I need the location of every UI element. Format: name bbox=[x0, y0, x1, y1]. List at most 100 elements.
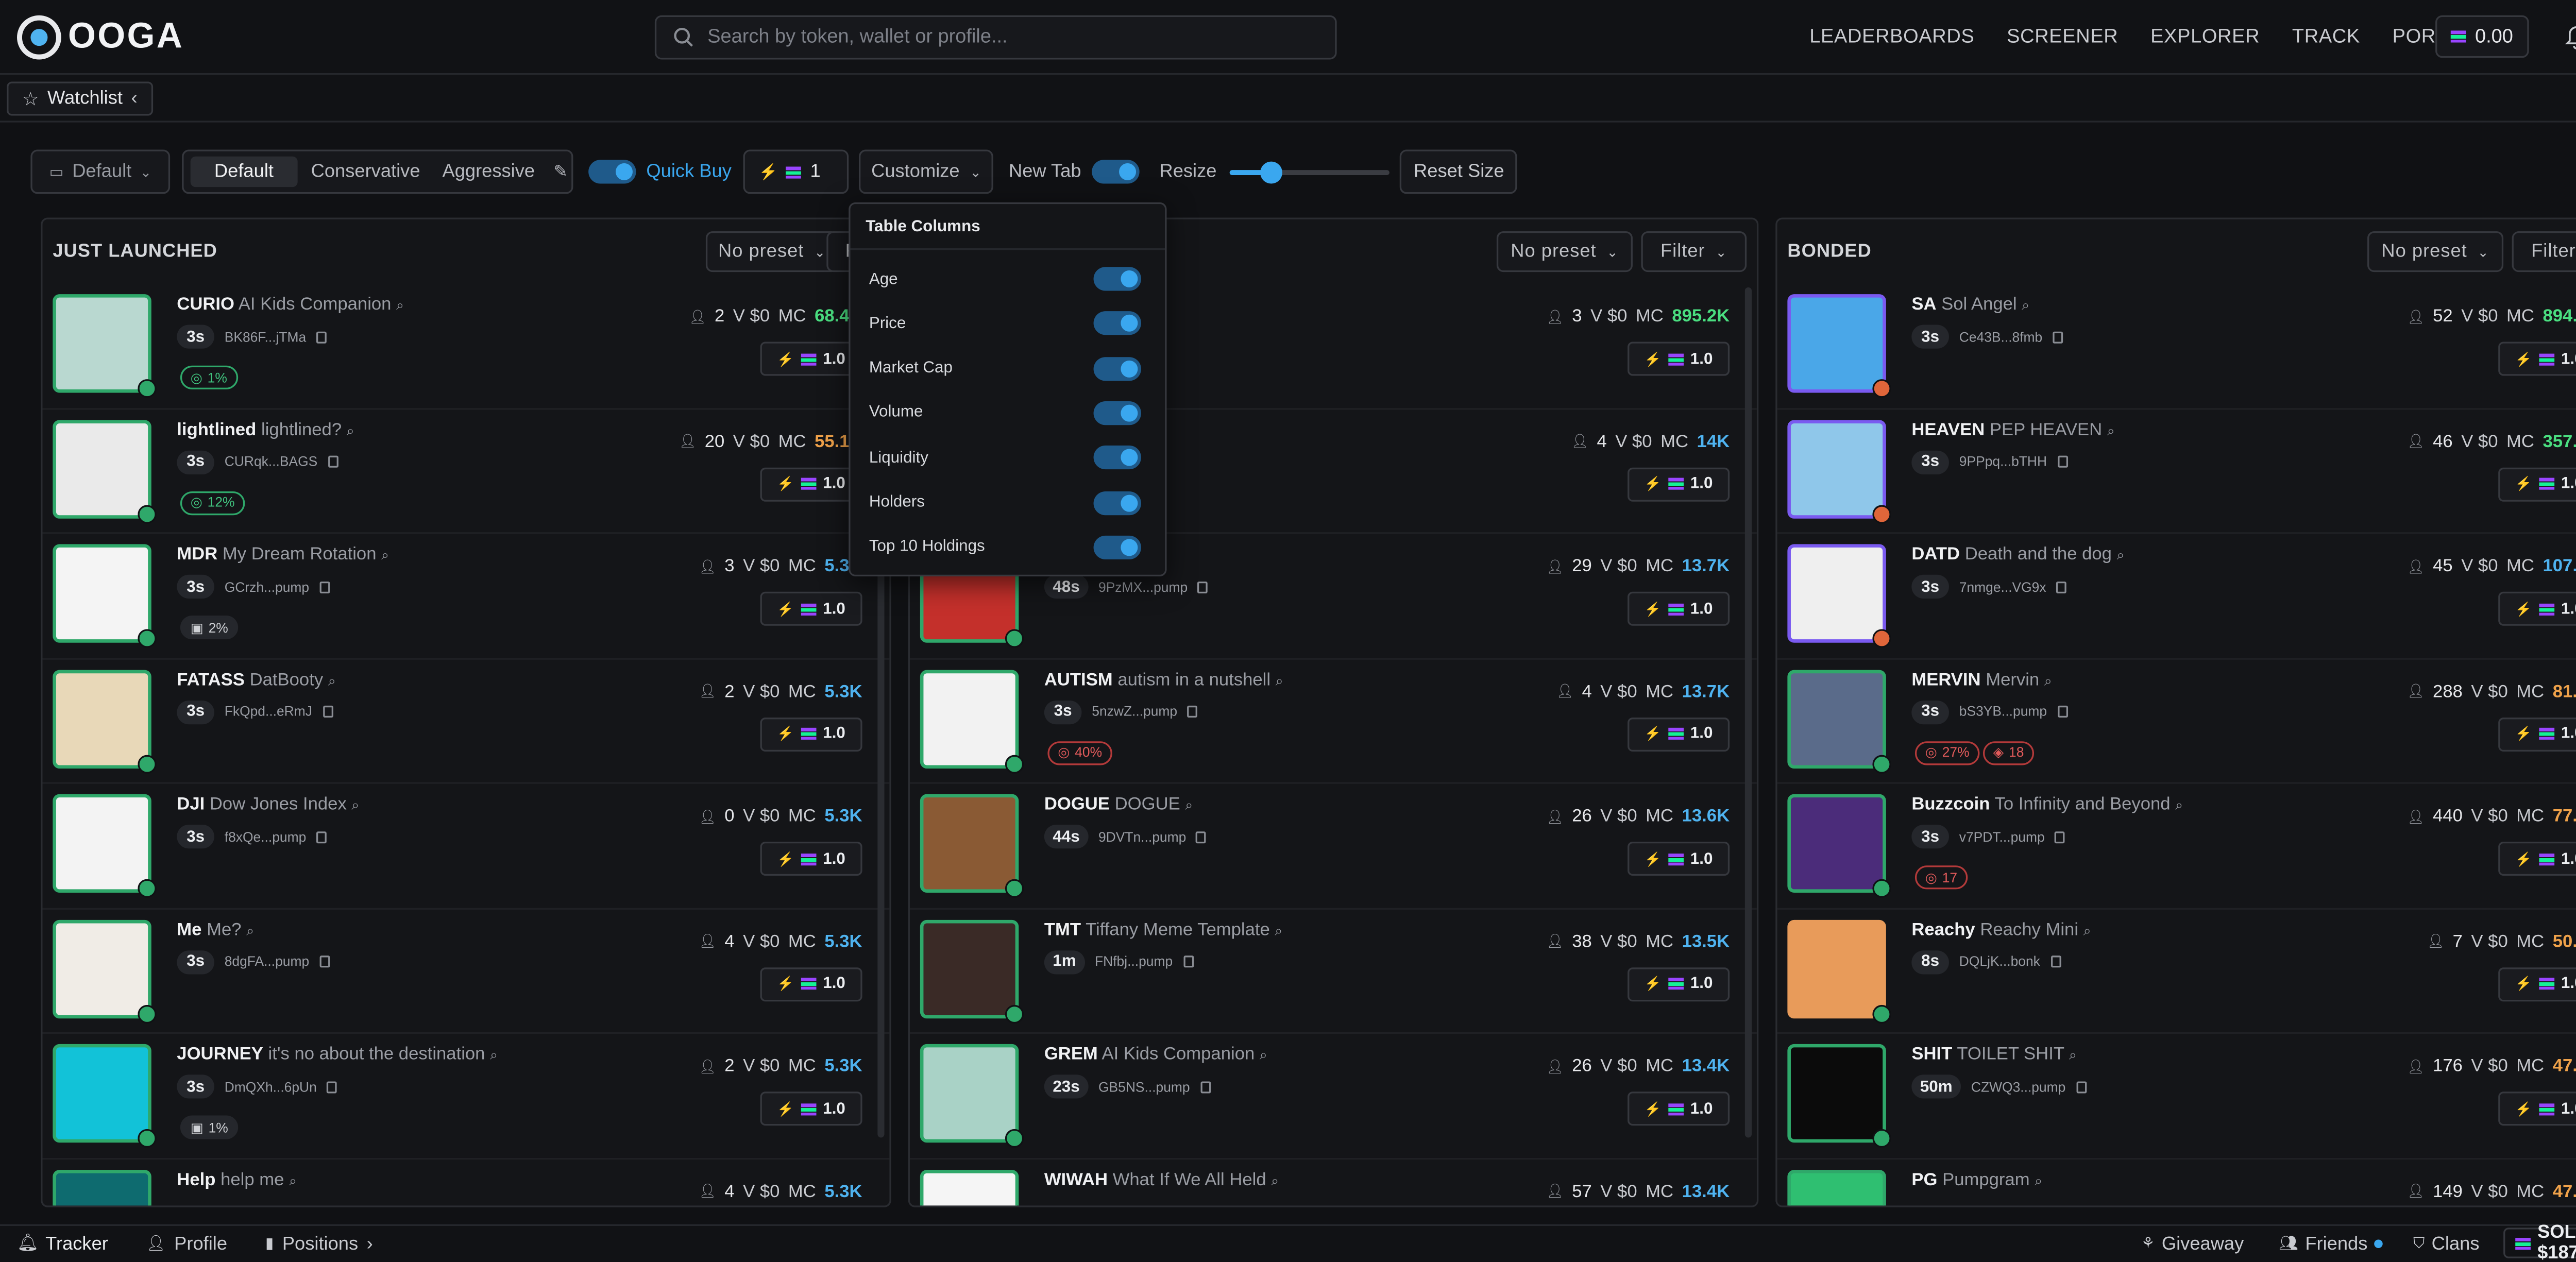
search-icon[interactable]: ⌕ bbox=[490, 1047, 498, 1063]
token-title[interactable]: GREM AI Kids Companion ⌕ bbox=[1044, 1044, 1267, 1065]
token-row[interactable]: PG Pumpgram ⌕ 👤︎ 149 V $0 MC 47.1K ⚡ 1.0 bbox=[1777, 1159, 2576, 1206]
token-row[interactable]: DATD Death and the dog ⌕ 3s 7nmge...VG9x… bbox=[1777, 534, 2576, 659]
preset-select[interactable]: No preset ⌄ bbox=[1496, 231, 1633, 272]
wallet-balance-button[interactable]: 0.00 bbox=[2435, 15, 2529, 58]
friends-link[interactable]: 👥︎ Friends bbox=[2279, 1234, 2383, 1254]
search-input[interactable]: Search by token, wallet or profile... bbox=[654, 15, 1337, 60]
column-toggle[interactable] bbox=[1093, 401, 1141, 425]
nav-track[interactable]: TRACK bbox=[2292, 27, 2360, 48]
search-icon[interactable]: ⌕ bbox=[2069, 1047, 2077, 1063]
clans-link[interactable]: ⛉ Clans bbox=[2413, 1234, 2479, 1254]
token-row[interactable]: Me Me? ⌕ 3s 8dgFA...pump 👤︎ 4 V $0 MC 5.… bbox=[42, 909, 890, 1034]
token-title[interactable]: FATASS DatBooty ⌕ bbox=[177, 669, 335, 690]
token-image[interactable] bbox=[1787, 919, 1886, 1018]
bell-icon[interactable] bbox=[2565, 24, 2576, 49]
token-image[interactable] bbox=[1787, 294, 1886, 393]
token-title[interactable]: DOGUE DOGUE ⌕ bbox=[1044, 794, 1193, 815]
copy-icon[interactable] bbox=[2050, 956, 2061, 968]
token-row[interactable]: Help help me ⌕ 👤︎ 4 V $0 MC 5.3K ⚡ 1.0 bbox=[43, 1159, 890, 1206]
filter-button[interactable]: Filter ⌄ bbox=[1641, 231, 1747, 272]
token-image[interactable] bbox=[920, 1169, 1019, 1206]
panel-scrollbar[interactable] bbox=[1744, 287, 1752, 1138]
nav-explorer[interactable]: EXPLORER bbox=[2150, 27, 2260, 48]
token-title[interactable]: Buzzcoin To Infinity and Beyond ⌕ bbox=[1911, 794, 2183, 815]
token-title[interactable]: JOURNEY it's no about the destination ⌕ bbox=[177, 1044, 498, 1065]
edit-icon[interactable]: ✎ bbox=[553, 162, 568, 181]
copy-icon[interactable] bbox=[1198, 581, 1208, 593]
token-row[interactable]: Reachy Reachy Mini ⌕ 8s DQLjK...bonk 👤︎ … bbox=[1777, 909, 2576, 1034]
token-row[interactable]: JOURNEY it's no about the destination ⌕ … bbox=[42, 1034, 890, 1159]
mode-conservative-tab[interactable]: Conservative bbox=[297, 157, 434, 187]
search-icon[interactable]: ⌕ bbox=[2107, 422, 2115, 438]
copy-icon[interactable] bbox=[316, 331, 327, 343]
column-toggle[interactable] bbox=[1093, 535, 1141, 559]
copy-icon[interactable] bbox=[327, 1080, 337, 1093]
token-title[interactable]: WIWAH What If We All Held ⌕ bbox=[1044, 1169, 1279, 1189]
copy-icon[interactable] bbox=[2076, 1080, 2087, 1093]
token-title[interactable]: AUTISM autism in a nutshell ⌕ bbox=[1044, 669, 1283, 690]
logo[interactable]: OOGA bbox=[17, 14, 184, 59]
token-image[interactable] bbox=[53, 419, 151, 518]
reset-size-button[interactable]: Reset Size bbox=[1400, 149, 1518, 194]
copy-icon[interactable] bbox=[322, 705, 333, 718]
giveaway-link[interactable]: ⚘ Giveaway bbox=[2141, 1234, 2244, 1254]
column-toggle-row[interactable]: Holders bbox=[869, 490, 1141, 515]
search-icon[interactable]: ⌕ bbox=[396, 298, 404, 313]
watchlist-button[interactable]: ☆ Watchlist ‹ bbox=[7, 81, 153, 116]
resize-slider[interactable] bbox=[1230, 160, 1391, 183]
copy-icon[interactable] bbox=[316, 830, 327, 843]
quick-buy-button[interactable]: ⚡ 1.0 bbox=[2498, 717, 2576, 751]
search-icon[interactable]: ⌕ bbox=[347, 422, 354, 438]
column-toggle[interactable] bbox=[1093, 312, 1141, 336]
column-toggle-row[interactable]: Price bbox=[869, 312, 1141, 336]
column-toggle[interactable] bbox=[1093, 267, 1141, 291]
mode-aggressive-tab[interactable]: Aggressive bbox=[434, 157, 544, 187]
token-row[interactable]: SHIT TOILET SHIT ⌕ 50m CZWQ3...pump 👤︎ 1… bbox=[1777, 1034, 2576, 1159]
copy-icon[interactable] bbox=[2056, 581, 2067, 593]
search-icon[interactable]: ⌕ bbox=[246, 923, 254, 938]
customize-button[interactable]: Customize ⌄ bbox=[859, 149, 994, 194]
token-row[interactable]: lightlined lightlined? ⌕ 3s CURqk...BAGS… bbox=[42, 409, 890, 534]
token-image[interactable] bbox=[1787, 1169, 1886, 1206]
token-row[interactable]: SA Sol Angel ⌕ 3s Ce43B...8fmb 👤︎ 52 V $… bbox=[1777, 284, 2576, 409]
token-row[interactable]: WIWAH What If We All Held ⌕ 👤︎ 57 V $0 M… bbox=[910, 1159, 1757, 1206]
token-title[interactable]: Reachy Reachy Mini ⌕ bbox=[1911, 919, 2091, 940]
search-icon[interactable]: ⌕ bbox=[1275, 923, 1282, 938]
token-image[interactable] bbox=[920, 1044, 1019, 1143]
filter-button[interactable]: Filter ⌄ bbox=[2512, 231, 2576, 272]
token-image[interactable] bbox=[53, 794, 151, 893]
copy-icon[interactable] bbox=[2057, 455, 2067, 468]
token-title[interactable]: CURIO AI Kids Companion ⌕ bbox=[177, 294, 404, 315]
copy-icon[interactable] bbox=[2053, 331, 2063, 343]
token-title[interactable]: lightlined lightlined? ⌕ bbox=[177, 419, 354, 440]
token-row[interactable]: DJI Dow Jones Index ⌕ 3s f8xQe...pump 👤︎… bbox=[42, 784, 890, 909]
quick-buy-button[interactable]: ⚡ 1.0 bbox=[2498, 342, 2576, 376]
token-image[interactable] bbox=[53, 294, 151, 393]
quick-buy-button[interactable]: ⚡ 1.0 bbox=[2498, 591, 2576, 626]
quick-buy-button[interactable]: ⚡ 1.0 bbox=[760, 966, 862, 1001]
column-toggle-row[interactable]: Top 10 Holdings bbox=[869, 535, 1141, 559]
column-toggle-row[interactable]: Market Cap bbox=[869, 356, 1141, 381]
column-toggle[interactable] bbox=[1093, 490, 1141, 515]
token-image[interactable] bbox=[920, 794, 1019, 893]
nav-screener[interactable]: SCREENER bbox=[2007, 27, 2118, 48]
search-icon[interactable]: ⌕ bbox=[351, 797, 359, 813]
search-icon[interactable]: ⌕ bbox=[1276, 673, 1283, 688]
new-tab-toggle[interactable] bbox=[1091, 160, 1139, 184]
token-row[interactable]: Buzzcoin To Infinity and Beyond ⌕ 3s v7P… bbox=[1777, 784, 2576, 909]
mode-default-tab[interactable]: Default bbox=[190, 156, 298, 187]
search-icon[interactable]: ⌕ bbox=[1271, 1172, 1279, 1188]
copy-icon[interactable] bbox=[328, 455, 338, 468]
token-title[interactable]: HEAVEN PEP HEAVEN ⌕ bbox=[1911, 419, 2114, 440]
copy-icon[interactable] bbox=[1200, 1080, 1211, 1093]
preset-select[interactable]: No preset ⌄ bbox=[705, 231, 839, 272]
copy-icon[interactable] bbox=[319, 581, 330, 593]
token-title[interactable]: PG Pumpgram ⌕ bbox=[1911, 1169, 2042, 1189]
tracker-tab[interactable]: 🔔︎ Tracker bbox=[17, 1234, 108, 1254]
positions-tab[interactable]: ▮ Positions › bbox=[265, 1234, 373, 1254]
copy-icon[interactable] bbox=[1187, 705, 1198, 718]
quick-buy-button[interactable]: ⚡ 1.0 bbox=[2498, 966, 2576, 1001]
copy-icon[interactable] bbox=[2057, 705, 2067, 718]
token-row[interactable]: GREM AI Kids Companion ⌕ 23s GB5NS...pum… bbox=[910, 1034, 1757, 1159]
copy-icon[interactable] bbox=[2055, 830, 2065, 843]
